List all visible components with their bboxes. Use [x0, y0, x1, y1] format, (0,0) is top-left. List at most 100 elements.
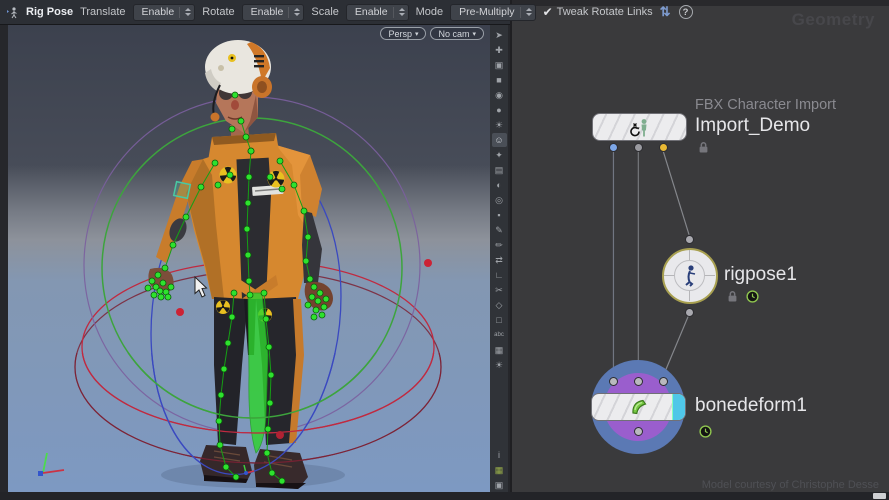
rig-control-point[interactable] [278, 477, 286, 485]
text-overlay-icon[interactable]: abc [492, 328, 507, 342]
rig-control-point[interactable] [220, 365, 228, 373]
rig-control-point[interactable] [159, 279, 167, 287]
mirror-icon[interactable]: ◇ [492, 298, 507, 312]
rig-control-point[interactable] [157, 293, 165, 301]
stop-icon[interactable]: □ [492, 313, 507, 327]
rig-control-point[interactable] [246, 291, 254, 299]
grid-snap-icon[interactable]: ▦ [492, 463, 507, 477]
headlight-icon[interactable]: ☀ [492, 358, 507, 372]
rig-control-point[interactable] [312, 306, 320, 314]
rig-control-point[interactable] [217, 391, 225, 399]
ghost-objects-icon[interactable]: ☺ [491, 133, 507, 147]
mode-dropdown[interactable]: Pre-Multiply [450, 3, 536, 21]
rig-control-point[interactable] [310, 313, 318, 321]
rig-control-point[interactable] [144, 284, 152, 292]
rig-control-point[interactable] [266, 173, 274, 181]
rig-control-point[interactable] [278, 185, 286, 193]
rig-control-point[interactable] [260, 289, 268, 297]
rig-control-point[interactable] [304, 301, 312, 309]
rig-control-point[interactable] [245, 277, 253, 285]
rig-control-point[interactable] [228, 313, 236, 321]
rig-control-point[interactable] [242, 133, 250, 141]
rigpose-output-dot[interactable] [685, 308, 694, 317]
zoom-region-icon[interactable]: ▣ [492, 58, 507, 72]
lock-camera-icon[interactable]: ■ [492, 73, 507, 87]
rig-control-point[interactable] [161, 264, 169, 272]
snapshot-icon[interactable]: ▣ [492, 478, 507, 492]
rig-control-point[interactable] [263, 449, 271, 457]
rig-control-point[interactable] [262, 315, 270, 323]
node-rigpose1[interactable] [662, 248, 718, 304]
rig-control-point[interactable] [237, 117, 245, 125]
rig-control-point[interactable] [318, 311, 326, 319]
visibility-icon[interactable]: ◉ [492, 88, 507, 102]
rig-control-point[interactable] [211, 159, 219, 167]
points-display-icon[interactable]: ▪ [492, 208, 507, 222]
rig-control-point[interactable] [244, 251, 252, 259]
rig-control-point[interactable] [224, 339, 232, 347]
rig-control-point[interactable] [228, 125, 236, 133]
link-order-icon[interactable]: ⇅ [660, 4, 671, 20]
rig-control-point[interactable] [266, 399, 274, 407]
network-editor-pane[interactable]: Geometry FBX Character Import Import_Dem… [510, 0, 889, 500]
rig-control-point[interactable] [276, 157, 284, 165]
rig-control-point[interactable] [268, 469, 276, 477]
rig-control-point[interactable] [197, 183, 205, 191]
rig-control-point[interactable] [231, 91, 239, 99]
rig-control-point[interactable] [316, 289, 324, 297]
rig-control-point[interactable] [150, 291, 158, 299]
rig-control-point[interactable] [232, 473, 240, 481]
rig-control-point[interactable] [314, 297, 322, 305]
bottom-right-handle[interactable] [873, 493, 886, 499]
rig-control-point[interactable] [245, 173, 253, 181]
rig-control-point[interactable] [216, 441, 224, 449]
shaded-mode-icon[interactable]: ● [492, 103, 507, 117]
bonedeform-node-bar[interactable] [591, 393, 686, 421]
rig-control-point[interactable] [302, 257, 310, 265]
output-dot-blue[interactable] [609, 143, 618, 152]
rig-control-point[interactable] [164, 293, 172, 301]
rig-control-point[interactable] [320, 303, 328, 311]
rig-control-point[interactable] [267, 371, 275, 379]
bonedeform-flag-segment[interactable] [672, 394, 685, 420]
pan-view-icon[interactable]: ✚ [492, 43, 507, 57]
rig-control-point[interactable] [310, 283, 318, 291]
brush-icon[interactable]: ✎ [492, 223, 507, 237]
persp-camera-pill[interactable]: Persp ▾ [380, 27, 427, 40]
bonedeform-input-dot-2[interactable] [634, 377, 643, 386]
bonedeform-output-dot[interactable] [634, 427, 643, 436]
rig-control-point[interactable] [182, 213, 190, 221]
output-dot-yellow[interactable] [659, 143, 668, 152]
rig-control-point[interactable] [244, 199, 252, 207]
rig-control-point[interactable] [300, 207, 308, 215]
rig-control-point[interactable] [265, 343, 273, 351]
rig-control-point[interactable] [154, 271, 162, 279]
rig-control-point[interactable] [290, 181, 298, 189]
rigpose-input-dot[interactable] [685, 235, 694, 244]
image-plane-icon[interactable]: ▤ [492, 163, 507, 177]
rig-control-point[interactable] [148, 277, 156, 285]
rotate-enable-dropdown[interactable]: Enable [241, 3, 305, 21]
node-import-demo[interactable] [592, 113, 687, 141]
rig-control-point[interactable] [230, 289, 238, 297]
no-cam-pill[interactable]: No cam ▾ [430, 27, 484, 40]
tweak-rotate-links-checkbox[interactable]: ✔ Tweak Rotate Links [543, 6, 653, 18]
snip-icon[interactable]: ✂ [492, 283, 507, 297]
rig-control-point[interactable] [214, 181, 222, 189]
normals-icon[interactable]: ◎ [492, 193, 507, 207]
rig-control-point[interactable] [322, 295, 330, 303]
bonedeform-input-dot-3[interactable] [659, 377, 668, 386]
rig-control-point[interactable] [222, 463, 230, 471]
measure-icon[interactable]: ∟ [492, 268, 507, 282]
rig-control-point[interactable] [167, 283, 175, 291]
info-icon[interactable]: i [492, 448, 507, 462]
pencil-icon[interactable]: ✏ [492, 238, 507, 252]
lighting-icon[interactable]: ☀ [492, 118, 507, 132]
rig-control-point[interactable] [308, 293, 316, 301]
select-icon[interactable]: ➤ [492, 28, 507, 42]
transform-arrows-icon[interactable]: ⇄ [492, 253, 507, 267]
rig-control-point[interactable] [243, 225, 251, 233]
rig-control-point[interactable] [169, 241, 177, 249]
bonedeform-input-dot-1[interactable] [609, 377, 618, 386]
background-image-icon[interactable]: ▦ [492, 343, 507, 357]
